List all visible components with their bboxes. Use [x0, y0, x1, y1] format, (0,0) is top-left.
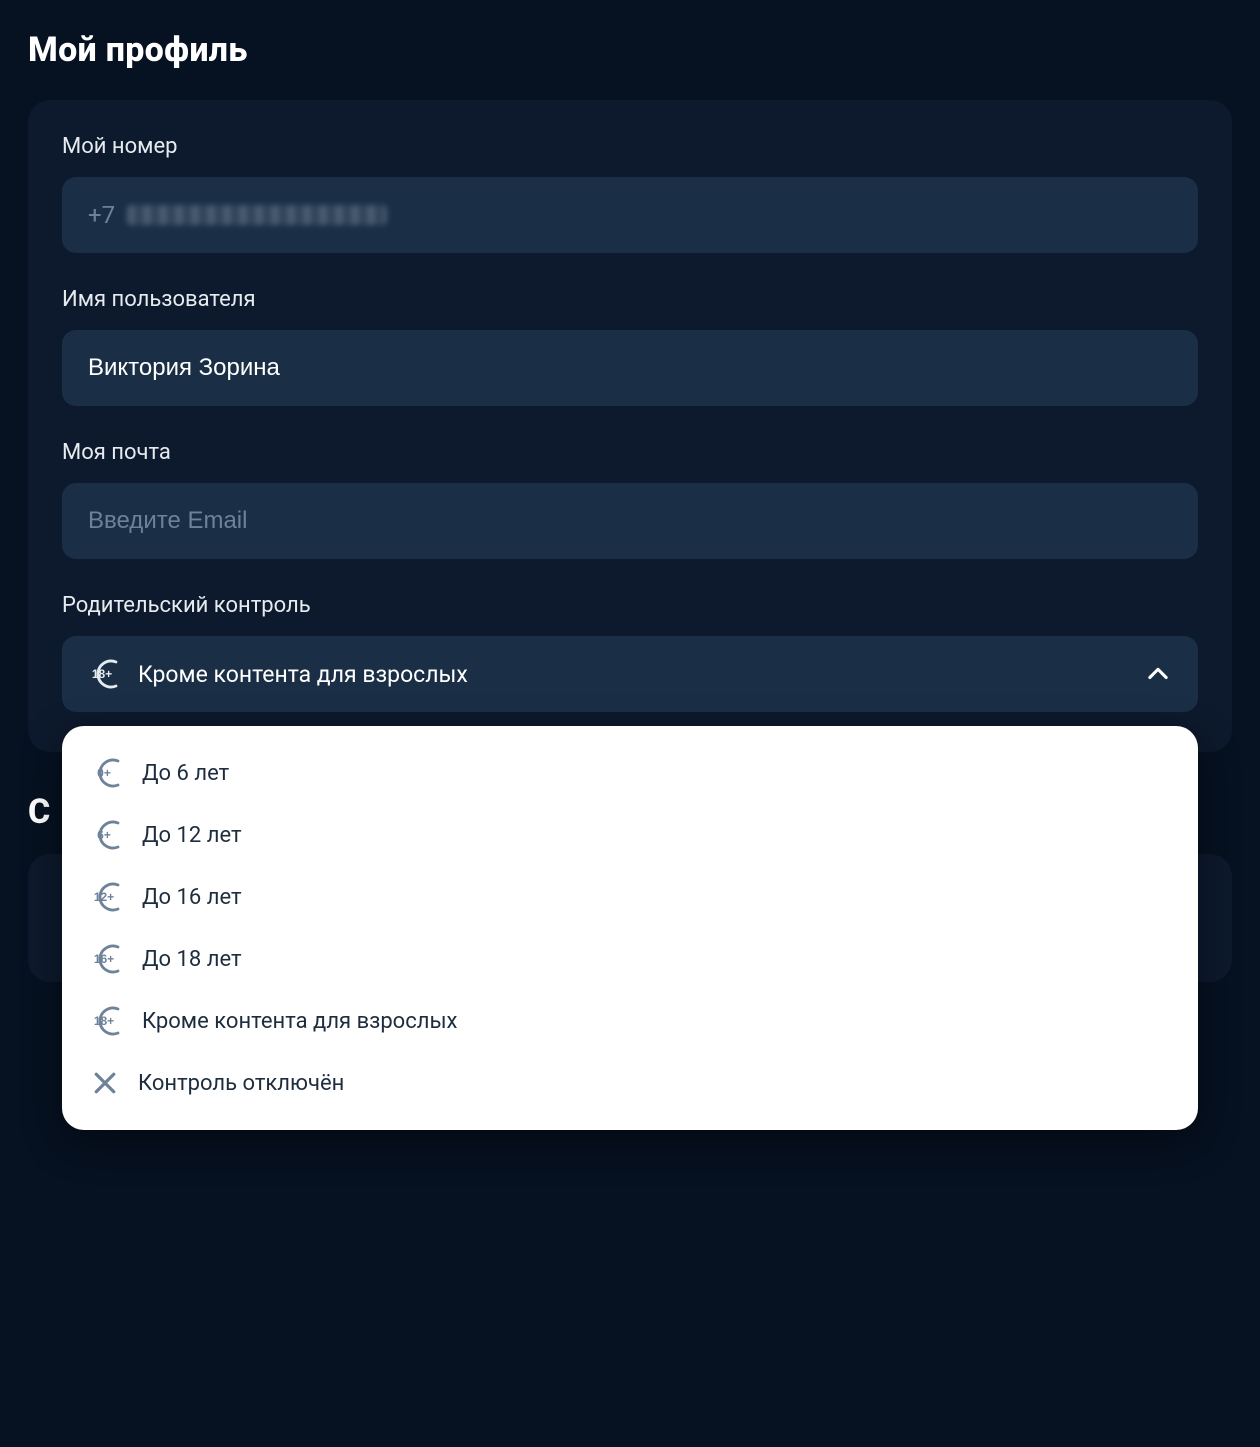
age-rating-icon: 0+	[90, 758, 124, 788]
profile-card: Мой номер +7 Имя пользователя Моя почта …	[28, 100, 1232, 752]
svg-text:18+: 18+	[94, 1014, 114, 1028]
parental-option[interactable]: 12+ До 16 лет	[62, 866, 1198, 928]
age-rating-icon: 18+	[88, 659, 122, 689]
parental-option-label: До 12 лет	[142, 823, 242, 848]
parental-option-label: До 16 лет	[142, 885, 242, 910]
phone-group: Мой номер +7	[62, 134, 1198, 253]
parental-group: Родительский контроль 18+ Кроме контента…	[62, 593, 1198, 712]
phone-field[interactable]: +7	[62, 177, 1198, 253]
parental-option[interactable]: 6+ До 12 лет	[62, 804, 1198, 866]
parental-option[interactable]: 16+ До 18 лет	[62, 928, 1198, 990]
age-rating-icon: 16+	[90, 944, 124, 974]
age-rating-icon: 6+	[90, 820, 124, 850]
parental-option[interactable]: 0+ До 6 лет	[62, 742, 1198, 804]
parental-option-label: До 6 лет	[142, 761, 229, 786]
parental-select-wrap: 18+ Кроме контента для взрослых 0+До 6 л…	[62, 636, 1198, 712]
svg-text:16+: 16+	[94, 952, 114, 966]
parental-dropdown: 0+ До 6 лет 6+ До 12 лет 12+ До 16 лет 16+ До 1…	[62, 726, 1198, 1130]
username-label: Имя пользователя	[62, 287, 1198, 312]
parental-option[interactable]: Контроль отключён	[62, 1052, 1198, 1114]
username-field[interactable]	[62, 330, 1198, 406]
age-rating-icon: 18+	[90, 1006, 124, 1036]
phone-value-masked	[127, 205, 387, 225]
username-group: Имя пользователя	[62, 287, 1198, 406]
page-title: Мой профиль	[28, 30, 1232, 70]
parental-option-label: Кроме контента для взрослых	[142, 1009, 457, 1034]
parental-select-label: Кроме контента для взрослых	[138, 661, 1128, 688]
parental-label: Родительский контроль	[62, 593, 1198, 618]
svg-text:18+: 18+	[92, 667, 112, 681]
parental-option[interactable]: 18+ Кроме контента для взрослых	[62, 990, 1198, 1052]
svg-text:12+: 12+	[94, 890, 114, 904]
svg-text:6+: 6+	[97, 828, 111, 842]
parental-select[interactable]: 18+ Кроме контента для взрослых	[62, 636, 1198, 712]
chevron-up-icon	[1144, 660, 1172, 688]
email-label: Моя почта	[62, 440, 1198, 465]
parental-option-label: До 18 лет	[142, 947, 242, 972]
phone-prefix: +7	[88, 201, 115, 229]
age-rating-icon: 12+	[90, 882, 124, 912]
email-group: Моя почта	[62, 440, 1198, 559]
close-icon	[90, 1068, 120, 1098]
parental-option-label: Контроль отключён	[138, 1071, 344, 1096]
phone-label: Мой номер	[62, 134, 1198, 159]
svg-text:0+: 0+	[97, 766, 111, 780]
email-field[interactable]	[62, 483, 1198, 559]
